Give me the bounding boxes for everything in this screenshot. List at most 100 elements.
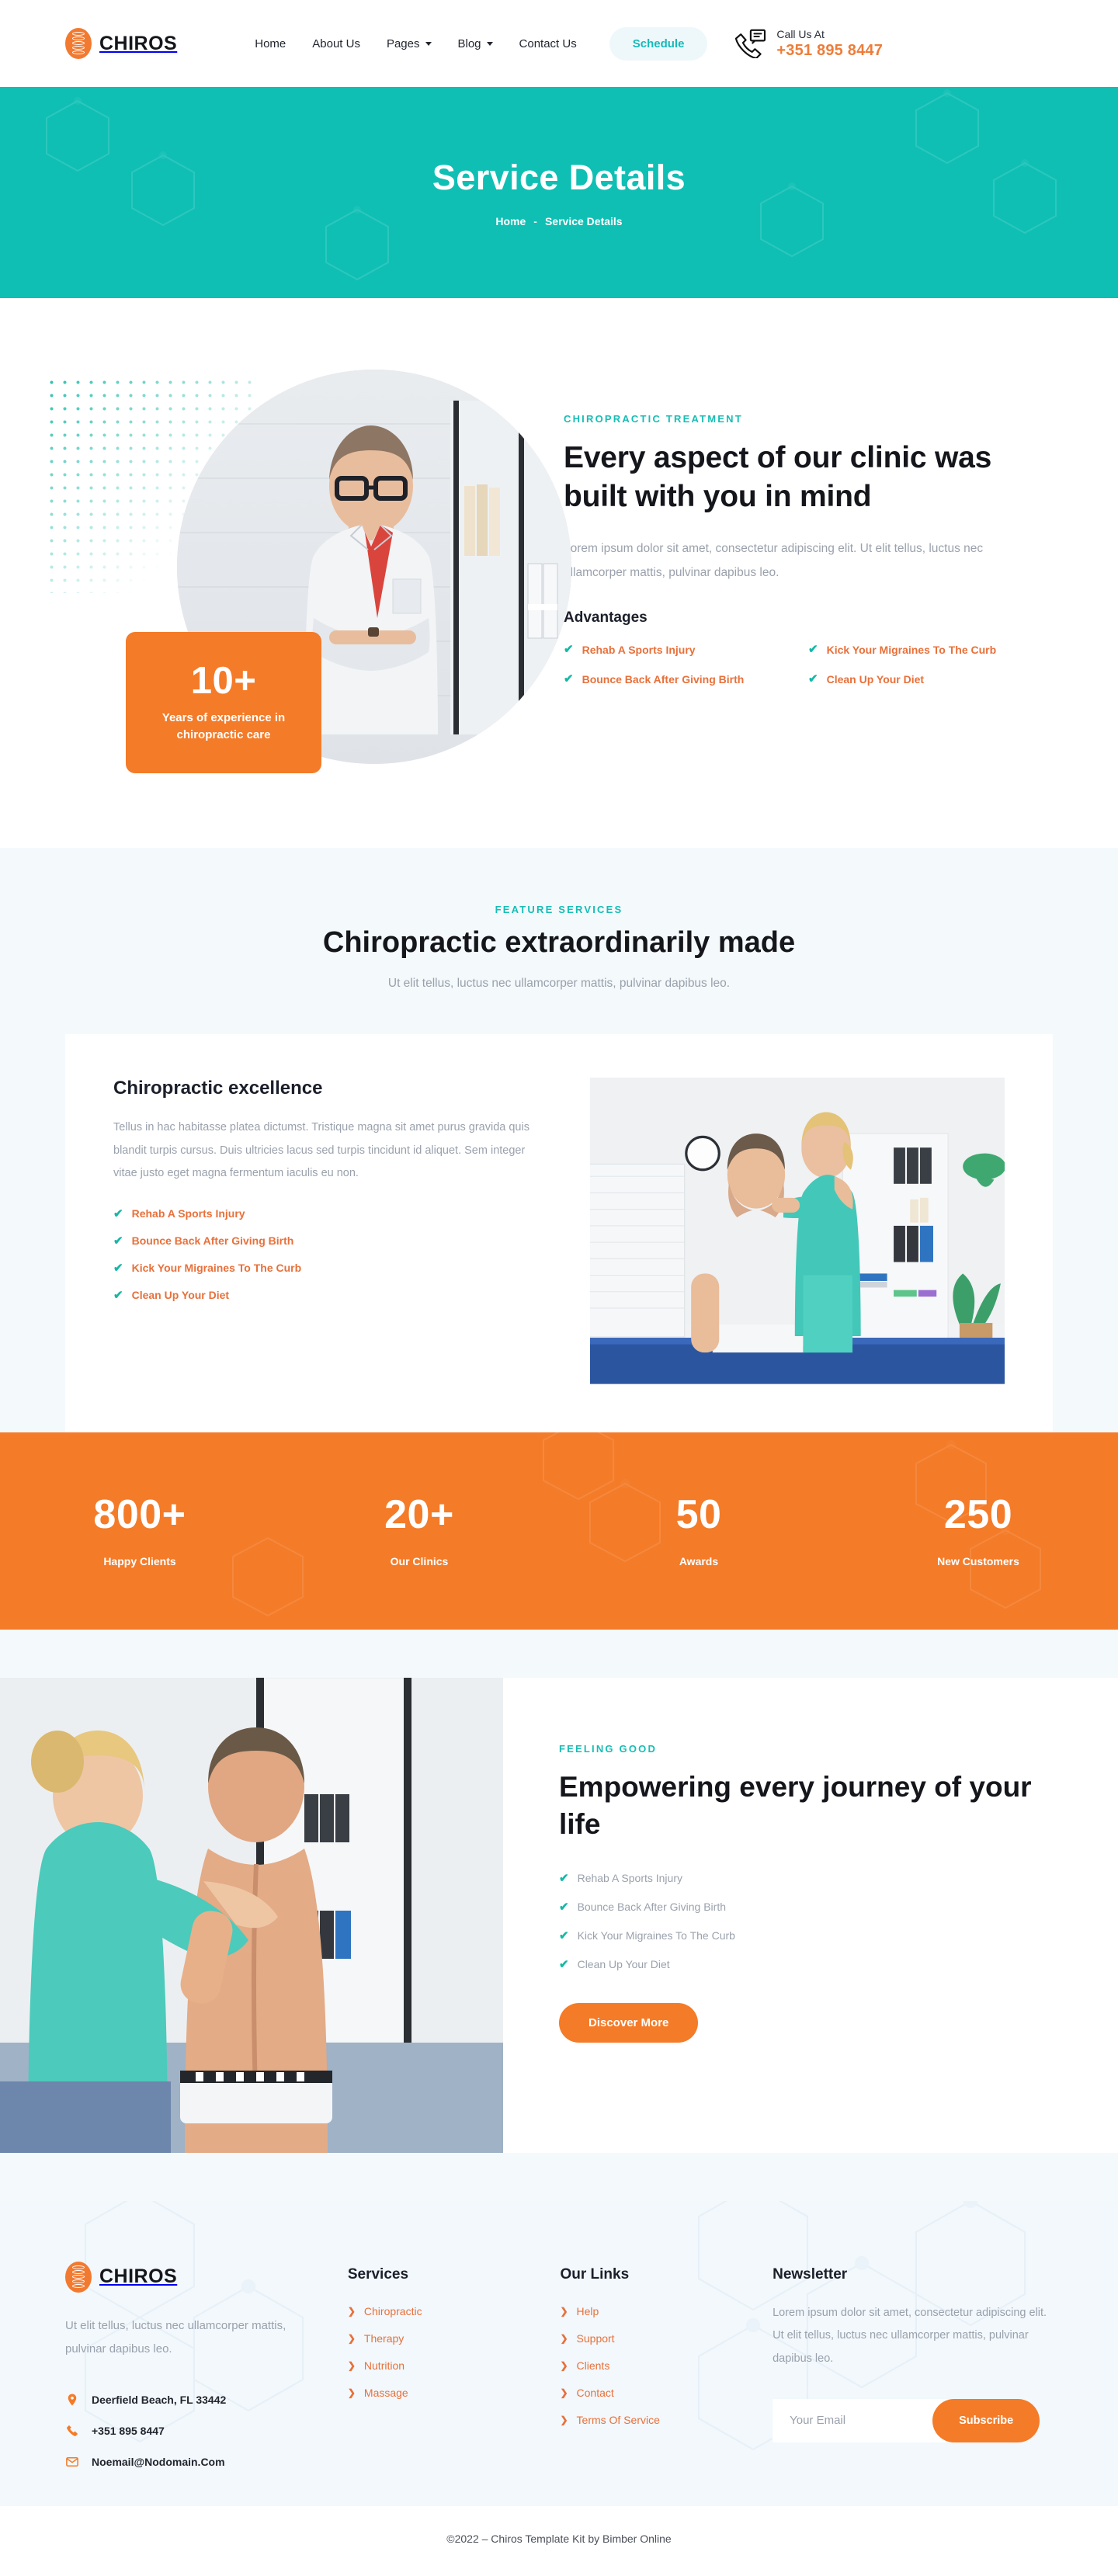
call-us-number[interactable]: +351 895 8447	[776, 42, 883, 60]
breadcrumb-home[interactable]: Home	[495, 215, 526, 227]
experience-badge-number: 10+	[190, 659, 257, 702]
advantage-label: Rehab A Sports Injury	[582, 643, 696, 656]
nav-label: Blog	[457, 36, 481, 50]
footer-link-label: Support	[576, 2331, 615, 2345]
counter-new-customers: 250 New Customers	[838, 1495, 1118, 1567]
experience-badge-caption: Years of experience in chiropractic care	[161, 710, 286, 741]
breadcrumb: Home - Service Details	[495, 215, 622, 227]
feature-services-section: FEATURE SERVICES Chiropractic extraordin…	[0, 848, 1118, 1432]
empower-list: ✔ Rehab A Sports Injury ✔ Bounce Back Afte…	[559, 1872, 1062, 1970]
empower-list-label: Bounce Back After Giving Birth	[577, 1901, 727, 1914]
list-item[interactable]: ✔ Rehab A Sports Injury	[113, 1207, 548, 1220]
advantages-list: ✔ Rehab A Sports Injury ✔ Kick Your Migrai…	[564, 644, 1053, 686]
footer-about: CHIROS Ut elit tellus, luctus nec ullamc…	[65, 2261, 325, 2470]
footer-link-label: Terms Of Service	[576, 2413, 660, 2426]
about-heading: Every aspect of our clinic was built wit…	[564, 441, 992, 513]
newsletter-email-input[interactable]	[773, 2398, 949, 2442]
footer-link-clients[interactable]: ❯ Clients	[560, 2359, 749, 2372]
page-title: Service Details	[432, 158, 686, 197]
about-section: 10+ Years of experience in chiropractic …	[0, 298, 1118, 848]
check-icon: ✔	[113, 1234, 123, 1248]
empower-section: FEELING GOOD Empowering every journey of…	[0, 1629, 1118, 2201]
feature-card: Chiropractic excellence Tellus in hac ha…	[65, 1034, 1053, 1432]
empower-eyebrow: FEELING GOOD	[559, 1742, 658, 1755]
check-icon: ✔	[808, 672, 818, 686]
list-item: ❯ Help	[560, 2305, 749, 2317]
list-item[interactable]: ✔ Kick Your Migraines To The Curb	[113, 1262, 548, 1274]
page-banner: Service Details Home - Service Details	[0, 87, 1118, 298]
chevron-right-icon: ❯	[347, 2305, 356, 2317]
list-item[interactable]: ✔ Clean Up Your Diet	[808, 673, 1053, 686]
counter-value: 50	[675, 1491, 722, 1537]
feature-eyebrow: FEATURE SERVICES	[495, 904, 623, 915]
feature-card-list: ✔ Rehab A Sports Injury ✔ Bounce Back Afte…	[113, 1207, 548, 1301]
about-paragraph: Lorem ipsum dolor sit amet, consectetur …	[564, 541, 984, 579]
newsletter-form: Subscribe	[773, 2398, 1053, 2442]
nav-label: Home	[255, 36, 286, 50]
footer-address: Deerfield Beach, FL 33442	[92, 2394, 227, 2406]
copyright-bar: ©2022 – Chiros Template Kit by Bimber On…	[0, 2506, 1118, 2576]
chevron-right-icon: ❯	[347, 2387, 356, 2398]
call-us-block[interactable]: Call Us At +351 895 8447	[734, 27, 883, 59]
footer-link-chiropractic[interactable]: ❯ Chiropractic	[348, 2305, 537, 2317]
about-media: 10+ Years of experience in chiropractic …	[45, 359, 571, 786]
about-copy: CHIROPRACTIC TREATMENT Every aspect of o…	[564, 359, 1053, 786]
chevron-right-icon: ❯	[560, 2414, 568, 2425]
advantage-label: Kick Your Migraines To The Curb	[826, 643, 997, 656]
spine-logo-icon	[65, 2261, 92, 2293]
counter-label: Happy Clients	[103, 1554, 176, 1567]
footer-phone-row[interactable]: +351 895 8447	[65, 2424, 325, 2438]
nav-item-blog[interactable]: Blog	[458, 37, 493, 50]
nav-item-home[interactable]: Home	[255, 37, 286, 50]
footer-link-label: Help	[576, 2304, 599, 2317]
feature-list-label: Kick Your Migraines To The Curb	[131, 1262, 302, 1275]
chevron-down-icon	[486, 41, 493, 46]
list-item[interactable]: ✔ Kick Your Migraines To The Curb	[559, 1929, 1062, 1942]
spine-logo-icon	[65, 28, 92, 59]
empower-list-label: Clean Up Your Diet	[577, 1958, 670, 1971]
footer-link-nutrition[interactable]: ❯ Nutrition	[348, 2359, 537, 2372]
counters-section: 800+ Happy Clients 20+ Our Clinics 50 Aw…	[0, 1432, 1118, 1630]
discover-more-button[interactable]: Discover More	[559, 2003, 699, 2043]
footer-link-help[interactable]: ❯ Help	[560, 2305, 749, 2317]
brand-logo[interactable]: CHIROS	[65, 28, 177, 59]
feature-card-copy: Chiropractic excellence Tellus in hac ha…	[113, 1078, 548, 1384]
chevron-right-icon: ❯	[560, 2332, 568, 2344]
footer-link-label: Contact	[576, 2386, 614, 2399]
feature-list-label: Bounce Back After Giving Birth	[131, 1234, 294, 1248]
feature-subtitle: Ut elit tellus, luctus nec ullamcorper m…	[387, 977, 731, 990]
footer-brand-logo[interactable]: CHIROS	[65, 2261, 325, 2293]
list-item: ❯ Clients	[560, 2359, 749, 2372]
footer-services-column: Services ❯ Chiropractic ❯ Therapy ❯ Nutriti…	[348, 2262, 537, 2470]
list-item[interactable]: ✔ Rehab A Sports Injury	[564, 644, 808, 656]
list-item[interactable]: ✔ Clean Up Your Diet	[113, 1289, 548, 1301]
footer-link-massage[interactable]: ❯ Massage	[348, 2387, 537, 2399]
footer-link-label: Massage	[363, 2386, 408, 2399]
schedule-button[interactable]: Schedule	[609, 26, 708, 61]
breadcrumb-current: Service Details	[544, 215, 623, 227]
nav-item-about-us[interactable]: About Us	[312, 37, 360, 50]
list-item[interactable]: ✔ Clean Up Your Diet	[559, 1958, 1062, 1970]
feature-header: FEATURE SERVICES Chiropractic extraordin…	[0, 904, 1118, 991]
list-item[interactable]: ✔ Bounce Back After Giving Birth	[113, 1234, 548, 1247]
empower-heading: Empowering every journey of your life	[559, 1770, 1032, 1841]
experience-badge: 10+ Years of experience in chiropractic …	[126, 632, 321, 773]
footer-links-column: Our Links ❯ Help ❯ Support ❯ Clients ❯ Conta…	[560, 2262, 749, 2470]
list-item[interactable]: ✔ Rehab A Sports Injury	[559, 1872, 1062, 1884]
footer-address-row: Deerfield Beach, FL 33442	[65, 2393, 325, 2407]
list-item[interactable]: ✔ Bounce Back After Giving Birth	[564, 673, 808, 686]
footer-link-therapy[interactable]: ❯ Therapy	[348, 2332, 537, 2345]
subscribe-button[interactable]: Subscribe	[932, 2398, 1040, 2442]
footer-link-support[interactable]: ❯ Support	[560, 2332, 749, 2345]
chevron-right-icon: ❯	[560, 2359, 568, 2371]
list-item[interactable]: ✔ Kick Your Migraines To The Curb	[808, 644, 1053, 656]
check-icon: ✔	[559, 1900, 569, 1914]
footer-contact-list: Deerfield Beach, FL 33442 +351 895 8447 …	[65, 2393, 325, 2469]
footer-link-terms-of-service[interactable]: ❯ Terms Of Service	[560, 2414, 749, 2426]
nav-item-pages[interactable]: Pages	[387, 37, 432, 50]
footer-link-contact[interactable]: ❯ Contact	[560, 2387, 749, 2399]
nav-item-contact-us[interactable]: Contact Us	[519, 37, 577, 50]
footer-email-row[interactable]: Noemail@Nodomain.Com	[65, 2455, 325, 2469]
list-item[interactable]: ✔ Bounce Back After Giving Birth	[559, 1901, 1062, 1913]
feature-card-paragraph: Tellus in hac habitasse platea dictumst.…	[113, 1121, 529, 1180]
